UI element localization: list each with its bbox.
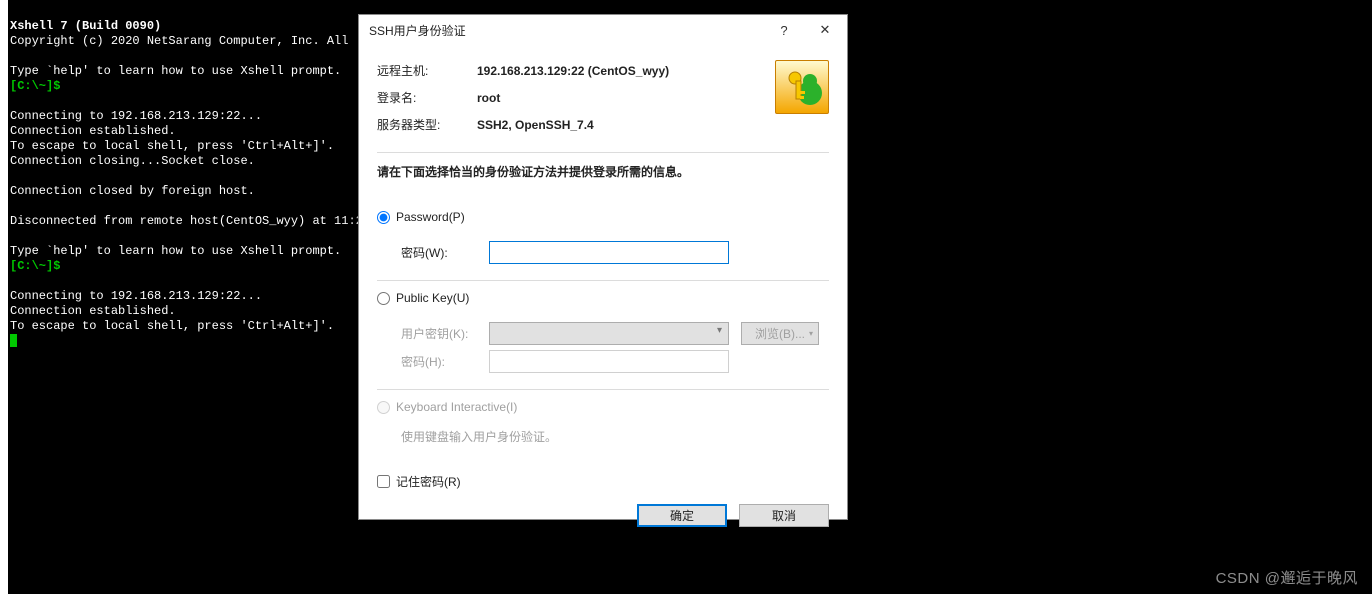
watermark: CSDN @邂逅于晚风 (1216, 567, 1358, 588)
userkey-label: 用户密钥(K): (401, 325, 489, 342)
terminal-help-hint-2: Type `help' to learn how to use Xshell p… (10, 244, 341, 258)
ssh-auth-dialog: SSH用户身份验证 ? ✕ 远程主机: 192.168.213.129:22 (… (358, 14, 848, 520)
login-name-value: root (477, 91, 500, 105)
terminal-help-hint: Type `help' to learn how to use Xshell p… (10, 64, 341, 78)
password-radio-label: Password(P) (396, 210, 465, 224)
terminal-title: Xshell 7 (Build 0090) (10, 19, 161, 33)
browse-button[interactable]: 浏览(B)...▾ (741, 322, 819, 345)
password-input[interactable] (489, 241, 729, 264)
terminal-line-connecting-1: Connecting to 192.168.213.129:22... (10, 109, 262, 123)
dialog-title: SSH用户身份验证 (369, 22, 765, 39)
password-radio[interactable] (377, 211, 390, 224)
server-type-value: SSH2, OpenSSH_7.4 (477, 118, 594, 132)
login-name-label: 登录名: (377, 89, 477, 106)
userkey-select[interactable]: ▾ (489, 322, 729, 345)
terminal-line-established-2: Connection established. (10, 304, 176, 318)
terminal-line-escape-1: To escape to local shell, press 'Ctrl+Al… (10, 139, 334, 153)
terminal-prompt-1: [C:\~]$ (10, 79, 68, 93)
terminal-prompt-2: [C:\~]$ (10, 259, 68, 273)
password-group: Password(P) 密码(W): (377, 200, 829, 281)
keyboard-group: Keyboard Interactive(I) 使用键盘输入用户身份验证。 (377, 390, 829, 459)
passphrase-label: 密码(H): (401, 353, 489, 370)
publickey-radio[interactable] (377, 292, 390, 305)
terminal-line-connecting-2: Connecting to 192.168.213.129:22... (10, 289, 262, 303)
separator (377, 152, 829, 153)
terminal-line-closing: Connection closing...Socket close. (10, 154, 255, 168)
terminal-line-disconnected: Disconnected from remote host(CentOS_wyy… (10, 214, 363, 228)
remote-host-value: 192.168.213.129:22 (CentOS_wyy) (477, 64, 669, 78)
server-type-label: 服务器类型: (377, 116, 477, 133)
dialog-body: 远程主机: 192.168.213.129:22 (CentOS_wyy) 登录… (359, 45, 847, 496)
terminal-copyright: Copyright (c) 2020 NetSarang Computer, I… (10, 34, 356, 48)
terminal-line-established-1: Connection established. (10, 124, 176, 138)
keyboard-radio (377, 401, 390, 414)
ok-button[interactable]: 确定 (637, 504, 727, 527)
terminal-line-closed: Connection closed by foreign host. (10, 184, 255, 198)
remember-password-checkbox[interactable] (377, 475, 390, 488)
terminal-cursor (10, 334, 17, 347)
publickey-radio-label: Public Key(U) (396, 291, 469, 305)
keyboard-note: 使用键盘输入用户身份验证。 (401, 428, 829, 445)
terminal-line-escape-2: To escape to local shell, press 'Ctrl+Al… (10, 319, 334, 333)
help-button[interactable]: ? (765, 15, 803, 45)
publickey-group: Public Key(U) 用户密钥(K): ▾ 浏览(B)...▾ 密码(H)… (377, 281, 829, 390)
cancel-button[interactable]: 取消 (739, 504, 829, 527)
close-button[interactable]: ✕ (803, 15, 847, 45)
dialog-titlebar[interactable]: SSH用户身份验证 ? ✕ (359, 15, 847, 45)
chevron-down-icon: ▾ (717, 325, 722, 336)
dialog-buttons: 确定 取消 (359, 496, 847, 541)
remember-password-label: 记住密码(R) (396, 473, 461, 490)
instruction-text: 请在下面选择恰当的身份验证方法并提供登录所需的信息。 (377, 163, 829, 200)
user-key-icon (775, 60, 829, 114)
password-field-label: 密码(W): (401, 244, 489, 261)
remote-host-label: 远程主机: (377, 62, 477, 79)
keyboard-radio-label: Keyboard Interactive(I) (396, 400, 517, 414)
dropdown-arrow-icon: ▾ (809, 329, 813, 338)
passphrase-input (489, 350, 729, 373)
